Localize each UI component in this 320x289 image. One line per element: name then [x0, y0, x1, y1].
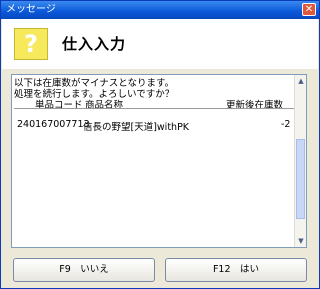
vertical-scrollbar[interactable]: ▲ ▼ — [294, 75, 306, 247]
no-button[interactable]: F9 いいえ — [13, 258, 155, 282]
message-textbox[interactable]: 以下は在庫数がマイナスとなります。 処理を続行します。よろしいですか？ 単品コー… — [11, 74, 307, 248]
question-icon: ? — [14, 28, 48, 60]
scroll-up-icon[interactable]: ▲ — [296, 76, 306, 86]
scroll-thumb[interactable] — [296, 139, 305, 219]
yes-button[interactable]: F12 はい — [165, 258, 307, 282]
row-product-name: 信長の野望[天道]withPK — [83, 122, 190, 133]
title-bar[interactable]: メッセージ ✕ — [1, 1, 319, 19]
row-stock: -2 — [281, 119, 291, 130]
header-separator — [14, 108, 294, 109]
message-dialog: メッセージ ✕ ? 仕入入力 以下は在庫数がマイナスとなります。 処理を続行しま… — [0, 0, 320, 289]
dialog-heading: 仕入入力 — [62, 35, 127, 53]
dialog-header: ? 仕入入力 — [2, 19, 318, 69]
window-title: メッセージ — [6, 4, 56, 15]
close-icon: ✕ — [304, 4, 314, 15]
row-product-code: 240167007713 — [17, 119, 90, 130]
close-button[interactable]: ✕ — [302, 3, 316, 16]
scroll-down-icon[interactable]: ▼ — [296, 236, 306, 246]
